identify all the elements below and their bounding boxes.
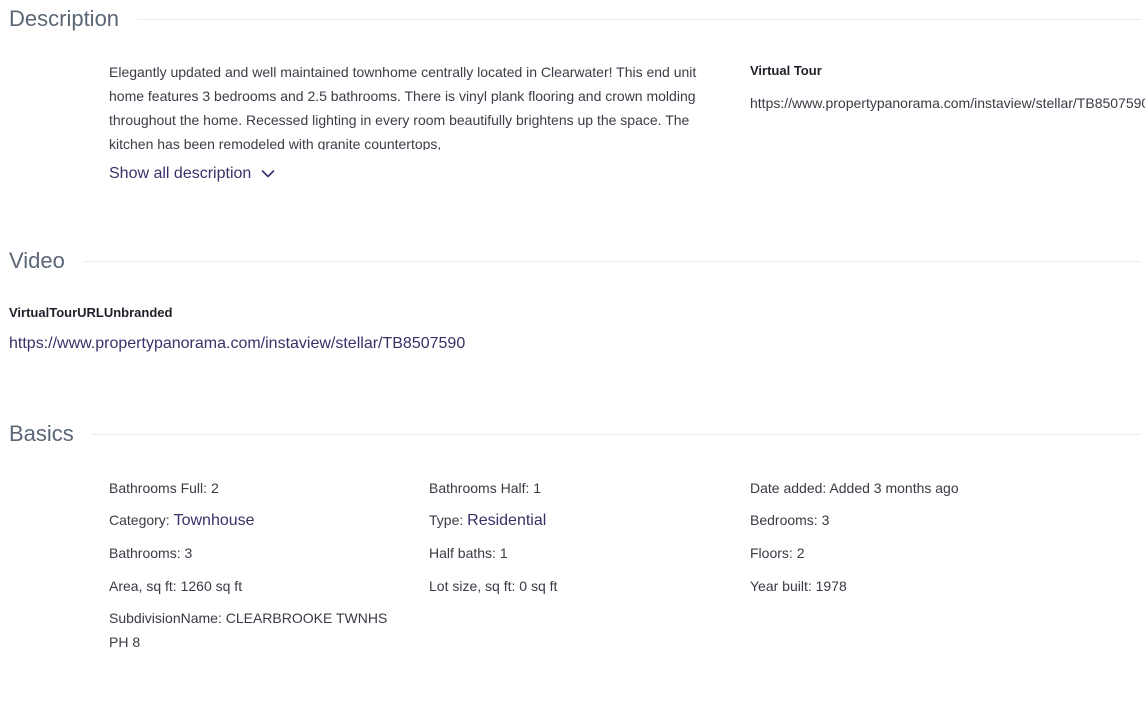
basics-item-bathrooms: Bathrooms: 3 — [109, 541, 192, 565]
basics-label: Floors: — [750, 545, 793, 561]
basics-value: 2 — [796, 545, 805, 561]
basics-label: SubdivisionName: — [109, 610, 222, 626]
basics-label: Half baths: — [429, 545, 496, 561]
basics-item-lot-size: Lot size, sq ft: 0 sq ft — [429, 574, 557, 598]
section-divider — [82, 260, 1141, 262]
basics-item-floors: Floors: 2 — [750, 541, 804, 565]
basics-value: 1 — [533, 480, 542, 496]
basics-item-bathrooms-half: Bathrooms Half: 1 — [429, 476, 541, 500]
basics-item-subdivision: SubdivisionName: CLEARBROOKE TWNHS PH 8 — [109, 606, 409, 654]
show-all-description-button[interactable]: Show all description — [109, 165, 275, 183]
basics-section-header: Basics — [9, 421, 1141, 447]
basics-item-bathrooms-full: Bathrooms Full: 2 — [109, 476, 219, 500]
section-divider — [91, 433, 1141, 435]
video-tour-link[interactable]: https://www.propertypanorama.com/instavi… — [9, 335, 465, 353]
virtual-tour-label: Virtual Tour — [750, 63, 822, 78]
basics-label: Date added: — [750, 480, 827, 496]
video-heading: Video — [9, 248, 65, 273]
video-tour-label: VirtualTourURLUnbranded — [9, 305, 173, 320]
basics-label: Bathrooms: — [109, 545, 181, 561]
description-heading: Description — [9, 6, 120, 31]
basics-value: 3 — [821, 512, 830, 528]
virtual-tour-link[interactable]: https://www.propertypanorama.com/instavi… — [750, 95, 1145, 111]
basics-value: 3 — [184, 545, 193, 561]
show-all-description-label: Show all description — [109, 165, 252, 182]
type-link[interactable]: Residential — [467, 512, 546, 529]
video-section-header: Video — [9, 248, 1141, 274]
category-link[interactable]: Townhouse — [174, 512, 255, 529]
basics-label: Bathrooms Half: — [429, 480, 530, 496]
section-divider — [137, 18, 1141, 20]
basics-value: 2 — [210, 480, 219, 496]
basics-value: 1260 sq ft — [180, 578, 243, 594]
basics-value: 1978 — [815, 578, 847, 594]
basics-value: Added 3 months ago — [829, 480, 959, 496]
basics-label: Bathrooms Full: — [109, 480, 208, 496]
basics-item-half-baths: Half baths: 1 — [429, 541, 508, 565]
basics-value: 0 sq ft — [519, 578, 558, 594]
basics-heading: Basics — [9, 421, 74, 446]
description-text: Elegantly updated and well maintained to… — [109, 64, 697, 150]
description-section-header: Description — [9, 6, 1141, 32]
basics-label: Lot size, sq ft: — [429, 578, 516, 594]
basics-label: Category: — [109, 512, 170, 528]
chevron-down-icon — [261, 169, 275, 179]
basics-item-category: Category: Townhouse — [109, 508, 255, 533]
basics-item-year-built: Year built: 1978 — [750, 574, 847, 598]
basics-item-type: Type: Residential — [429, 508, 546, 533]
basics-item-date-added: Date added: Added 3 months ago — [750, 476, 959, 500]
basics-value: 1 — [499, 545, 508, 561]
basics-label: Year built: — [750, 578, 812, 594]
basics-label: Type: — [429, 512, 464, 528]
basics-item-area: Area, sq ft: 1260 sq ft — [109, 574, 242, 598]
basics-label: Bedrooms: — [750, 512, 818, 528]
basics-item-bedrooms: Bedrooms: 3 — [750, 508, 829, 532]
basics-label: Area, sq ft: — [109, 578, 177, 594]
